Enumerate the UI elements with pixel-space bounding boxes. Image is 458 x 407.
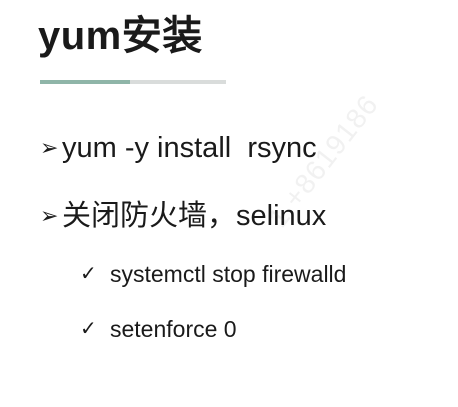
underline-rest <box>130 80 226 84</box>
slide: yum安装 ➢ yum -y install rsync ➢ 关闭防火墙，sel… <box>0 0 458 407</box>
checkmark-icon: ✓ <box>80 263 97 285</box>
bullet-item: ➢ yum -y install rsync <box>40 128 317 168</box>
bullet-text: yum -y install rsync <box>62 132 317 164</box>
bullet-text: 关闭防火墙，selinux <box>62 200 327 232</box>
underline-accent <box>40 80 130 84</box>
sub-item-text: systemctl stop firewalld <box>110 261 347 287</box>
sub-item: ✓ setenforce 0 <box>80 313 237 345</box>
sub-item-text: setenforce 0 <box>110 316 237 342</box>
title-underline <box>40 80 226 84</box>
arrow-bullet-icon: ➢ <box>40 135 59 160</box>
sub-item: ✓ systemctl stop firewalld <box>80 258 346 290</box>
slide-title: yum安装 <box>38 14 203 58</box>
checkmark-icon: ✓ <box>80 318 97 340</box>
arrow-bullet-icon: ➢ <box>40 203 59 228</box>
bullet-item: ➢ 关闭防火墙，selinux <box>40 196 326 236</box>
